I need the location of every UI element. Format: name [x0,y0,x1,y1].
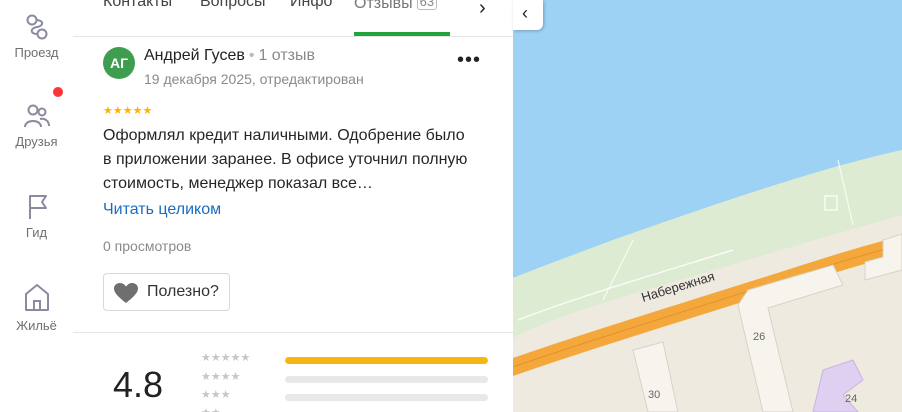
nav-item-friends[interactable]: Друзья [0,102,73,149]
distribution-row: ★★★★ [201,371,491,385]
nav-label-guide: Гид [25,225,48,240]
distribution-stars: ★★★★ [201,371,241,383]
more-options-button[interactable]: ••• [457,50,481,70]
flag-icon [28,195,47,219]
active-tab-underline [354,32,450,36]
distribution-bar [285,376,488,383]
tab-reviews-count: 63 [416,0,438,10]
friends-icon [23,104,50,128]
map-house-number: 26 [753,331,765,343]
helpful-button[interactable]: Полезно? [103,273,230,311]
read-more-link[interactable]: Читать целиком [103,201,221,219]
average-rating: 4.8 [113,364,164,405]
distribution-bar [285,357,488,364]
review-stars: ★★★★★ [103,105,153,117]
nav-item-housing[interactable]: Жильё [0,282,73,333]
distribution-row: ★★★★★ [201,352,491,366]
distribution-stars: ★★★★★ [201,352,251,364]
nav-item-route[interactable]: Проезд [0,13,73,60]
heart-icon [114,283,138,303]
chevron-left-icon: ‹ [522,3,528,23]
notification-dot [53,87,63,97]
author-separator: • [248,47,255,64]
tab-reviews[interactable]: Отзывы 63 [354,0,438,13]
tab-info[interactable]: Инфо [290,0,332,11]
nav-label-friends: Друзья [15,134,58,149]
tab-contacts[interactable]: Контакты [103,0,172,11]
distribution-row: ★★★ [201,389,491,403]
author-reviews-count: 1 отзыв [258,47,316,64]
route-icon [26,14,47,40]
nav-label-route: Проезд [14,45,59,60]
section-divider [73,332,513,333]
review-author-name[interactable]: Андрей Гусев [144,47,245,64]
nav-item-guide[interactable]: Гид [0,193,73,240]
distribution-stars: ★★ [201,406,221,412]
helpful-label: Полезно? [147,283,219,300]
left-nav-rail: Проезд Друзья Гид Жильё [0,0,74,412]
collapse-panel-button[interactable]: ‹ [513,0,543,30]
map-house-number: 30 [648,389,660,401]
distribution-bar-fill [285,357,488,364]
tab-reviews-label: Отзывы [354,0,413,12]
review-date: 19 декабря 2025, отредактирован [144,71,364,87]
map-house-number: 24 [845,393,857,405]
avatar[interactable]: АГ [103,47,135,79]
tabs-next-button[interactable]: › [479,0,486,20]
review-text: Оформлял кредит наличными. Одобрение был… [103,127,468,192]
distribution-bar [285,394,488,401]
map-view[interactable]: Набережная 26 30 24 [513,0,902,412]
house-icon [24,284,49,311]
review-author-line: Андрей Гусев • 1 отзыв [144,47,315,65]
nav-label-housing: Жильё [16,318,57,333]
review-views: 0 просмотров [103,238,192,254]
tab-questions[interactable]: Вопросы [200,0,266,11]
place-panel: Контакты Вопросы Инфо Отзывы 63 › АГ Андр… [73,0,513,412]
tab-bar: Контакты Вопросы Инфо Отзывы 63 › [73,0,513,37]
distribution-stars: ★★★ [201,389,231,401]
